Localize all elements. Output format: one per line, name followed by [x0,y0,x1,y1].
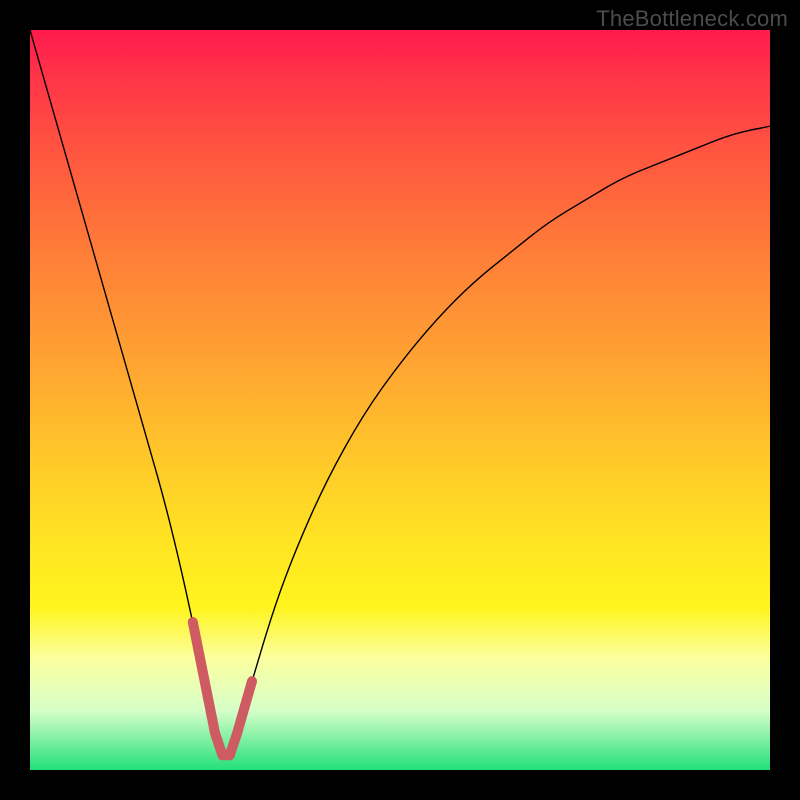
bottleneck-curve [30,30,770,755]
chart-svg [30,30,770,770]
watermark-text: TheBottleneck.com [596,6,788,32]
valley-highlight [193,622,252,755]
